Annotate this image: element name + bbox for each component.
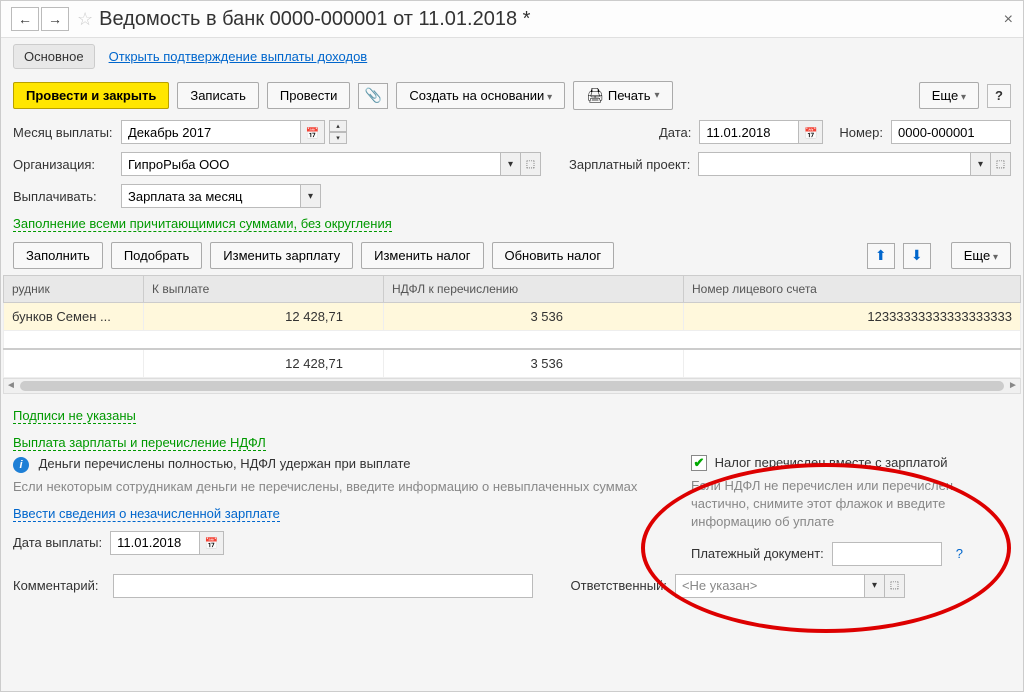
pay-date-input[interactable]: [110, 531, 200, 555]
check-icon: ✔: [694, 455, 705, 471]
pay-doc-input[interactable]: [832, 542, 942, 566]
responsible-input[interactable]: [675, 574, 865, 598]
save-button[interactable]: Записать: [177, 82, 259, 109]
table-row[interactable]: бунков Семен ... 12 428,71 3 536 1233333…: [4, 303, 1021, 331]
update-tax-button[interactable]: Обновить налог: [492, 242, 615, 269]
tab-main[interactable]: Основное: [13, 44, 95, 69]
org-label: Организация:: [13, 157, 113, 172]
print-button[interactable]: Печать: [573, 81, 672, 110]
pay-label: Выплачивать:: [13, 189, 113, 204]
org-open-button[interactable]: ⬚: [521, 152, 541, 176]
number-input[interactable]: [891, 120, 1011, 144]
attach-button[interactable]: [358, 83, 388, 109]
org-input[interactable]: [121, 152, 501, 176]
scroll-thumb[interactable]: [20, 381, 1004, 391]
info-icon: i: [13, 457, 29, 473]
calendar-icon: [205, 535, 219, 550]
forward-button[interactable]: →: [41, 7, 69, 31]
tax-paid-checkbox[interactable]: ✔: [691, 455, 707, 471]
favorite-star-icon[interactable]: ☆: [77, 9, 93, 30]
col-account[interactable]: Номер лицевого счета: [684, 276, 1021, 303]
table-total-row: 12 428,71 3 536: [4, 349, 1021, 378]
col-pay[interactable]: К выплате: [144, 276, 384, 303]
date-label: Дата:: [659, 125, 691, 140]
edit-salary-button[interactable]: Изменить зарплату: [210, 242, 353, 269]
calendar-icon: [804, 125, 818, 140]
calendar-icon: [306, 125, 320, 140]
back-button[interactable]: ←: [11, 7, 39, 31]
fill-settings-link[interactable]: Заполнение всеми причитающимися суммами,…: [13, 216, 392, 232]
pay-doc-label: Платежный документ:: [691, 546, 824, 561]
comment-input[interactable]: [113, 574, 533, 598]
responsible-label: Ответственный:: [571, 578, 667, 593]
close-icon[interactable]: ×: [1004, 11, 1013, 29]
cell-ndfl: 3 536: [384, 303, 684, 331]
table-more-button[interactable]: Еще: [951, 242, 1011, 269]
responsible-dropdown-button[interactable]: ▾: [865, 574, 885, 598]
project-open-button[interactable]: ⬚: [991, 152, 1011, 176]
paperclip-icon: [365, 87, 382, 104]
move-down-button[interactable]: ⬇: [903, 243, 931, 269]
project-label: Зарплатный проект:: [569, 157, 690, 172]
printer-icon: [586, 87, 604, 104]
responsible-open-button[interactable]: ⬚: [885, 574, 905, 598]
cell-account: 12333333333333333333: [684, 303, 1021, 331]
month-calendar-button[interactable]: [301, 120, 325, 144]
project-dropdown-button[interactable]: ▾: [971, 152, 991, 176]
total-pay: 12 428,71: [144, 349, 384, 378]
print-label: Печать: [608, 88, 651, 103]
ndfl-header-link[interactable]: Выплата зарплаты и перечисление НДФЛ: [13, 435, 266, 451]
project-input[interactable]: [698, 152, 971, 176]
pay-date-label: Дата выплаты:: [13, 535, 102, 550]
total-ndfl: 3 536: [384, 349, 684, 378]
col-ndfl[interactable]: НДФЛ к перечислению: [384, 276, 684, 303]
employee-table: рудник К выплате НДФЛ к перечислению Ном…: [3, 275, 1021, 378]
pay-type-input[interactable]: [121, 184, 301, 208]
more-button[interactable]: Еще: [919, 82, 979, 109]
fill-button[interactable]: Заполнить: [13, 242, 103, 269]
select-button[interactable]: Подобрать: [111, 242, 202, 269]
open-confirmation-link[interactable]: Открыть подтверждение выплаты доходов: [109, 49, 368, 64]
edit-tax-button[interactable]: Изменить налог: [361, 242, 483, 269]
cell-name: бунков Семен ...: [4, 303, 144, 331]
gray-hint: Если некоторым сотрудникам деньги не пер…: [13, 479, 651, 494]
comment-label: Комментарий:: [13, 578, 99, 593]
date-calendar-button[interactable]: [799, 120, 823, 144]
cell-pay: 12 428,71: [144, 303, 384, 331]
tax-gray-hint: Если НДФЛ не перечислен или перечислен ч…: [691, 477, 1011, 532]
post-and-close-button[interactable]: Провести и закрыть: [13, 82, 169, 109]
unpaid-info-link[interactable]: Ввести сведения о незачисленной зарплате: [13, 506, 280, 522]
col-employee[interactable]: рудник: [4, 276, 144, 303]
date-input[interactable]: [699, 120, 799, 144]
post-button[interactable]: Провести: [267, 82, 351, 109]
month-down-button[interactable]: ▾: [329, 132, 347, 144]
month-up-button[interactable]: ▴: [329, 120, 347, 132]
create-based-on-button[interactable]: Создать на основании: [396, 82, 565, 109]
help-button[interactable]: ?: [987, 84, 1011, 108]
move-up-button[interactable]: ⬆: [867, 243, 895, 269]
org-dropdown-button[interactable]: ▾: [501, 152, 521, 176]
pay-type-dropdown-button[interactable]: ▾: [301, 184, 321, 208]
signatures-link[interactable]: Подписи не указаны: [13, 408, 136, 424]
info-text: Деньги перечислены полностью, НДФЛ удерж…: [39, 456, 411, 471]
number-label: Номер:: [839, 125, 883, 140]
scroll-right-icon[interactable]: ►: [1006, 379, 1020, 393]
month-label: Месяц выплаты:: [13, 125, 113, 140]
page-title: Ведомость в банк 0000-000001 от 11.01.20…: [99, 8, 530, 31]
month-input[interactable]: [121, 120, 301, 144]
scroll-left-icon[interactable]: ◄: [4, 379, 18, 393]
tax-checkbox-label: Налог перечислен вместе с зарплатой: [715, 455, 948, 470]
pay-doc-help[interactable]: ?: [956, 546, 963, 561]
pay-date-calendar-button[interactable]: [200, 531, 224, 555]
table-scrollbar[interactable]: ◄ ►: [3, 378, 1021, 394]
